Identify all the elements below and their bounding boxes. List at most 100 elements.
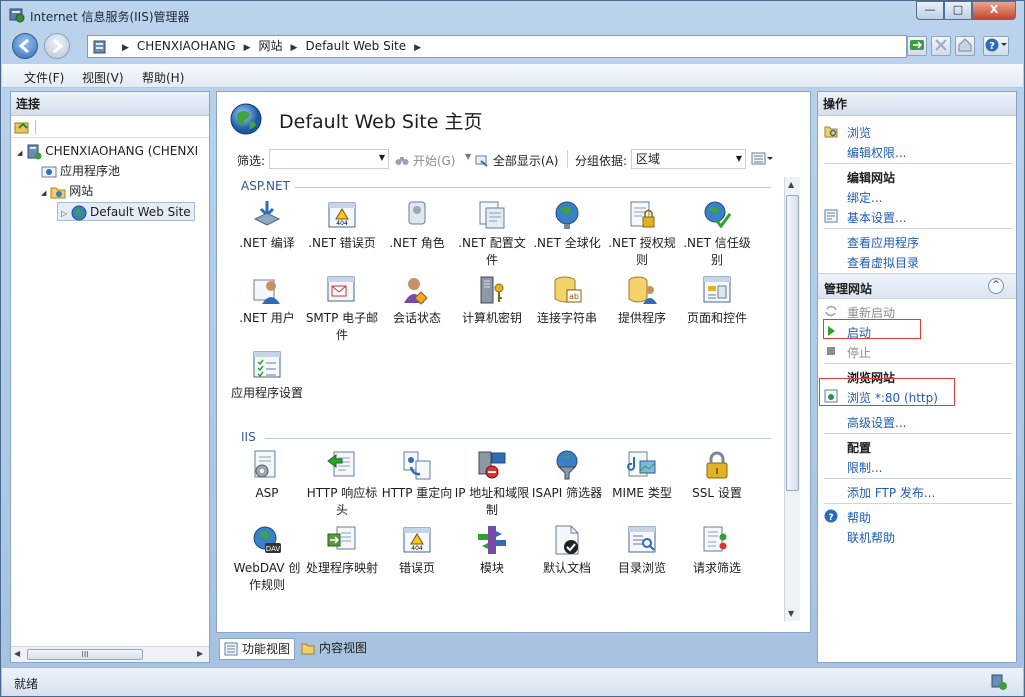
- feature-label: .NET 用户: [239, 311, 295, 325]
- view-mode-button[interactable]: [751, 152, 773, 169]
- section-title-iis: IIS: [241, 430, 256, 444]
- feature-item[interactable]: 模块: [454, 524, 530, 577]
- group-by-select[interactable]: 区域 ▼: [631, 149, 746, 169]
- isapi-filters-icon: [556, 450, 578, 480]
- chevron-down-icon[interactable]: ▼: [465, 152, 471, 161]
- tree-item-default-web-site[interactable]: ▷ Default Web Site: [57, 202, 195, 221]
- feature-item[interactable]: 处理程序映射: [304, 524, 380, 577]
- action-online-help[interactable]: 联机帮助: [847, 529, 895, 546]
- action-limits[interactable]: 限制...: [847, 459, 882, 476]
- feature-label: HTTP 响应标头: [306, 486, 378, 517]
- scroll-thumb[interactable]: III: [27, 649, 143, 660]
- stop-icon[interactable]: [931, 36, 951, 56]
- net-profile-icon: [479, 201, 505, 229]
- tab-content-view[interactable]: 内容视图: [297, 638, 371, 660]
- scroll-up-icon[interactable]: ▲: [788, 180, 794, 189]
- scroll-down-icon[interactable]: ▼: [788, 609, 794, 618]
- feature-item[interactable]: 默认文档: [529, 524, 605, 577]
- feature-item[interactable]: 页面和控件: [679, 274, 755, 327]
- action-view-virtual-dirs[interactable]: 查看虚拟目录: [847, 254, 919, 271]
- net-compile-icon: [253, 201, 281, 226]
- feature-item[interactable]: 目录浏览: [604, 524, 680, 577]
- feature-item[interactable]: .NET 信任级别: [679, 199, 755, 269]
- browse-highlight-box: [819, 378, 955, 406]
- minimize-button[interactable]: —: [916, 1, 944, 20]
- start-filter-button[interactable]: 开始(G): [395, 152, 456, 169]
- feature-item[interactable]: 提供程序: [604, 274, 680, 327]
- feature-item[interactable]: HTTP 重定向: [379, 449, 455, 502]
- action-help[interactable]: 帮助: [847, 509, 871, 526]
- filter-separator: [567, 150, 568, 168]
- filter-label: 筛选:: [237, 154, 266, 168]
- action-browse[interactable]: 浏览: [847, 124, 871, 141]
- tab-features-view[interactable]: 功能视图: [219, 638, 296, 660]
- feature-item[interactable]: DAV WebDAV 创作规则: [229, 524, 305, 594]
- feature-item[interactable]: 请求筛选: [679, 524, 755, 577]
- home-icon[interactable]: [955, 36, 975, 56]
- feature-item[interactable]: .NET 用户: [229, 274, 305, 327]
- chevron-down-icon[interactable]: ▼: [379, 153, 385, 162]
- feature-item[interactable]: .NET 编译: [229, 199, 305, 252]
- feature-label: 处理程序映射: [305, 561, 378, 575]
- action-basic-settings[interactable]: 基本设置...: [847, 209, 906, 226]
- collapse-icon[interactable]: ^: [988, 278, 1004, 294]
- feature-item[interactable]: 计算机密钥: [454, 274, 530, 327]
- tree-item-sites[interactable]: ◢ 网站: [41, 182, 93, 201]
- feature-item[interactable]: ab 连接字符串: [529, 274, 605, 327]
- crumb-site[interactable]: Default Web Site: [305, 39, 406, 53]
- feature-item[interactable]: IP 地址和域限制: [454, 449, 530, 519]
- action-stop[interactable]: 停止: [847, 344, 871, 361]
- show-all-button[interactable]: 全部显示(A): [475, 152, 558, 169]
- address-bar[interactable]: ▶ CHENXIAOHANG ▶ 网站 ▶ Default Web Site ▶: [87, 35, 907, 58]
- tree-expander-icon[interactable]: ▷: [61, 209, 67, 218]
- features-vertical-scrollbar[interactable]: ▲ ▼: [784, 177, 800, 621]
- feature-item[interactable]: .NET 全球化: [529, 199, 605, 252]
- feature-item[interactable]: 404 .NET 错误页: [304, 199, 380, 252]
- app-pool-icon: [41, 166, 57, 177]
- feature-item[interactable]: SMTP 电子邮件: [304, 274, 380, 344]
- chevron-down-icon[interactable]: ▼: [736, 150, 742, 168]
- scroll-left-icon[interactable]: ◀: [14, 649, 20, 658]
- feature-item[interactable]: 会话状态: [379, 274, 455, 327]
- tree-expander-icon[interactable]: ◢: [17, 149, 22, 157]
- feature-item[interactable]: ISAPI 筛选器: [529, 449, 605, 502]
- close-button[interactable]: X: [972, 1, 1016, 20]
- feature-item[interactable]: 404 错误页: [379, 524, 455, 577]
- feature-label: .NET 错误页: [308, 236, 376, 250]
- tree-expander-icon[interactable]: ◢: [41, 189, 46, 197]
- action-edit-permissions[interactable]: 编辑权限...: [847, 144, 906, 161]
- server-icon: [27, 144, 42, 159]
- action-view-applications[interactable]: 查看应用程序: [847, 234, 919, 251]
- feature-item[interactable]: 应用程序设置: [229, 349, 305, 402]
- crumb-sites[interactable]: 网站: [259, 39, 283, 53]
- feature-item[interactable]: HTTP 响应标头: [304, 449, 380, 519]
- feature-item[interactable]: ASP: [229, 449, 305, 502]
- connect-icon[interactable]: [14, 119, 30, 135]
- scroll-right-icon[interactable]: ▶: [197, 649, 203, 658]
- iis-app-icon: [9, 8, 25, 23]
- net-trust-level-icon: [704, 201, 732, 229]
- tree-item-app-pools[interactable]: 应用程序池: [41, 162, 120, 181]
- action-bindings[interactable]: 绑定...: [847, 189, 882, 206]
- maximize-button[interactable]: □: [944, 1, 972, 20]
- refresh-icon[interactable]: [907, 36, 927, 56]
- feature-item[interactable]: SSL 设置: [679, 449, 755, 502]
- feature-item[interactable]: .NET 配置文件: [454, 199, 530, 269]
- feature-item[interactable]: MIME 类型: [604, 449, 680, 502]
- feature-label: IP 地址和域限制: [454, 486, 530, 517]
- tree-item-server[interactable]: ◢ CHENXIAOHANG (CHENXI: [17, 142, 198, 161]
- menu-file[interactable]: 文件(F): [24, 69, 64, 86]
- menu-help[interactable]: 帮助(H): [142, 69, 184, 86]
- feature-item[interactable]: .NET 授权规则: [604, 199, 680, 269]
- crumb-server[interactable]: CHENXIAOHANG: [137, 39, 236, 53]
- forward-button[interactable]: [44, 33, 70, 59]
- feature-item[interactable]: .NET 角色: [379, 199, 455, 252]
- scroll-thumb[interactable]: [786, 195, 799, 491]
- action-advanced-settings[interactable]: 高级设置...: [847, 414, 906, 431]
- back-button[interactable]: [12, 33, 38, 59]
- connections-horizontal-scrollbar[interactable]: ◀ III ▶: [11, 646, 209, 662]
- menu-view[interactable]: 视图(V): [82, 69, 124, 86]
- filter-input[interactable]: ▼: [269, 149, 389, 169]
- help-dropdown-icon[interactable]: ?: [983, 36, 1009, 56]
- action-add-ftp-publishing[interactable]: 添加 FTP 发布...: [847, 484, 935, 501]
